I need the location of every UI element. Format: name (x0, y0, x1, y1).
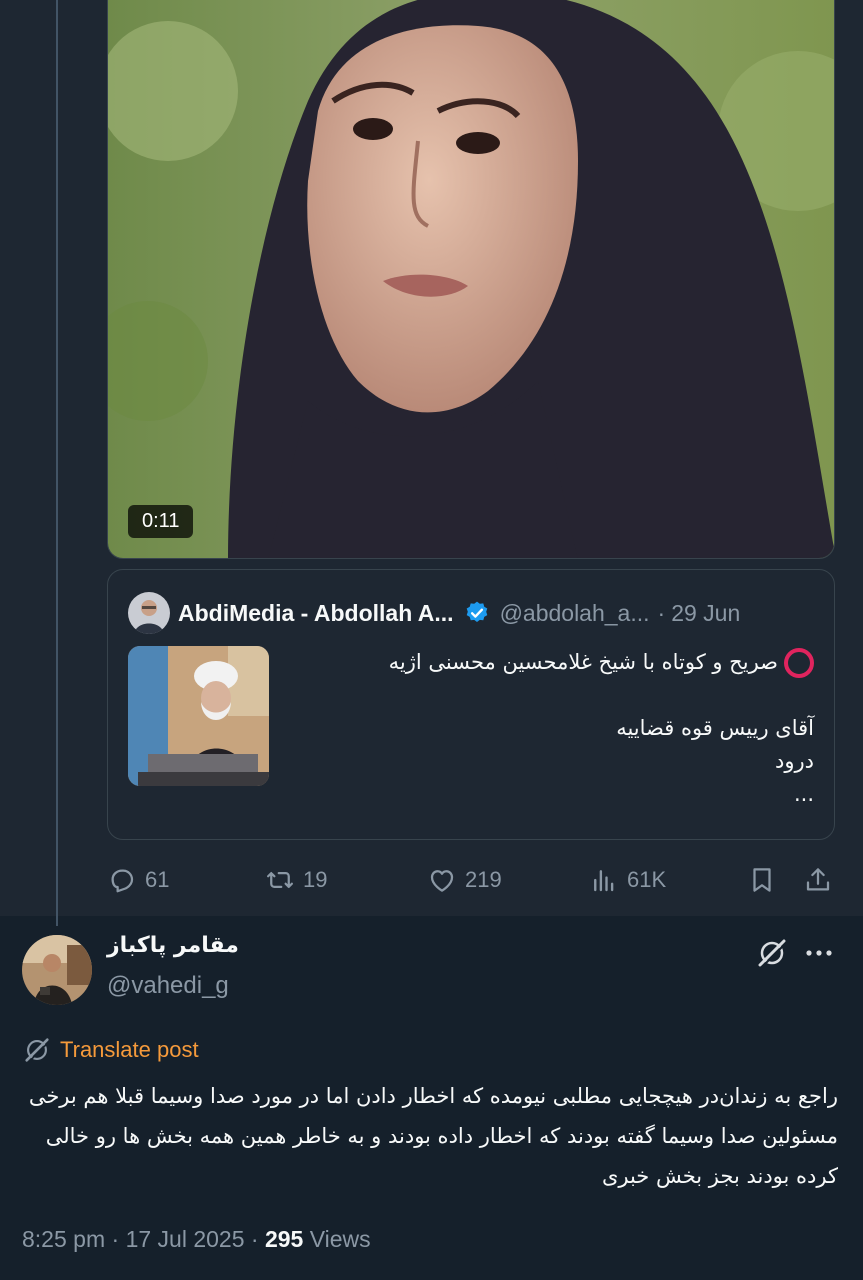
video-duration: 0:11 (128, 505, 194, 538)
grok-icon (25, 1038, 49, 1062)
quoted-post-date[interactable]: 29 Jun (671, 600, 740, 627)
quoted-line-1: صریح و کوتاه با شیخ غلامحسین محسنی اژیه (294, 646, 814, 679)
translate-label[interactable]: Translate post (60, 1037, 199, 1063)
quoted-post-text: صریح و کوتاه با شیخ غلامحسین محسنی اژیه … (294, 646, 814, 811)
repost-button[interactable]: 19 (265, 858, 327, 902)
quoted-post-card[interactable]: AbdiMedia - Abdollah A... @abdolah_a... … (107, 569, 835, 840)
views-icon (594, 870, 614, 892)
grok-icon (758, 939, 786, 967)
reply-author-name[interactable]: مقامر پاکباز (107, 933, 239, 958)
separator-dot: · (111, 1226, 120, 1252)
quoted-author-name[interactable]: AbdiMedia - Abdollah A... (178, 600, 454, 627)
views-count: 61K (627, 867, 667, 892)
like-count: 219 (465, 867, 502, 892)
quoted-line-4: درود (775, 749, 814, 773)
views-button[interactable]: 61K (589, 858, 666, 902)
post-action-bar: 61 19 219 61K (107, 858, 835, 902)
post-views-label: Views (309, 1226, 371, 1252)
quoted-line-2 (294, 679, 814, 712)
reply-author-avatar[interactable] (22, 935, 92, 1005)
thread-connector-line (56, 0, 58, 926)
more-options-button[interactable] (802, 937, 836, 969)
reply-author-handle[interactable]: @vahedi_g (107, 972, 229, 1000)
share-button[interactable] (803, 858, 833, 902)
quoted-line-5: ... (793, 782, 814, 806)
repost-count: 19 (303, 867, 328, 892)
reply-button[interactable]: 61 (107, 858, 169, 902)
like-icon (430, 870, 454, 892)
repost-icon (267, 872, 293, 888)
bookmark-button[interactable] (747, 858, 777, 902)
post-date[interactable]: 17 Jul 2025 (126, 1226, 245, 1252)
quoted-author-handle[interactable]: @abdolah_a... (500, 600, 650, 627)
red-circle-icon (784, 648, 814, 678)
translate-post-link[interactable]: Translate post (22, 1034, 199, 1066)
quoted-post-thumbnail[interactable] (128, 646, 269, 786)
more-icon (806, 950, 832, 956)
grok-button[interactable] (756, 937, 788, 969)
share-icon (806, 868, 830, 891)
separator-dot: · (250, 1226, 259, 1252)
verified-badge-icon (464, 600, 490, 626)
separator-dot: · (657, 599, 666, 626)
reply-icon (111, 869, 134, 893)
quoted-line-3: آقای رییس قوه قضاییه (616, 716, 814, 740)
post-time[interactable]: 8:25 pm (22, 1226, 105, 1252)
post-metadata: 8:25 pm · 17 Jul 2025 · 295 Views (22, 1226, 371, 1253)
bookmark-icon (753, 868, 771, 892)
video-frame (108, 0, 834, 558)
video-player[interactable]: 0:11 (107, 0, 835, 559)
quoted-author-avatar[interactable] (128, 592, 170, 634)
post-views-count: 295 (264, 1226, 304, 1252)
reply-count: 61 (145, 867, 170, 892)
reply-post-text: راجع به زندان‌در هیچجایی مطلبی نیومده که… (28, 1084, 838, 1188)
like-button[interactable]: 219 (427, 858, 502, 902)
